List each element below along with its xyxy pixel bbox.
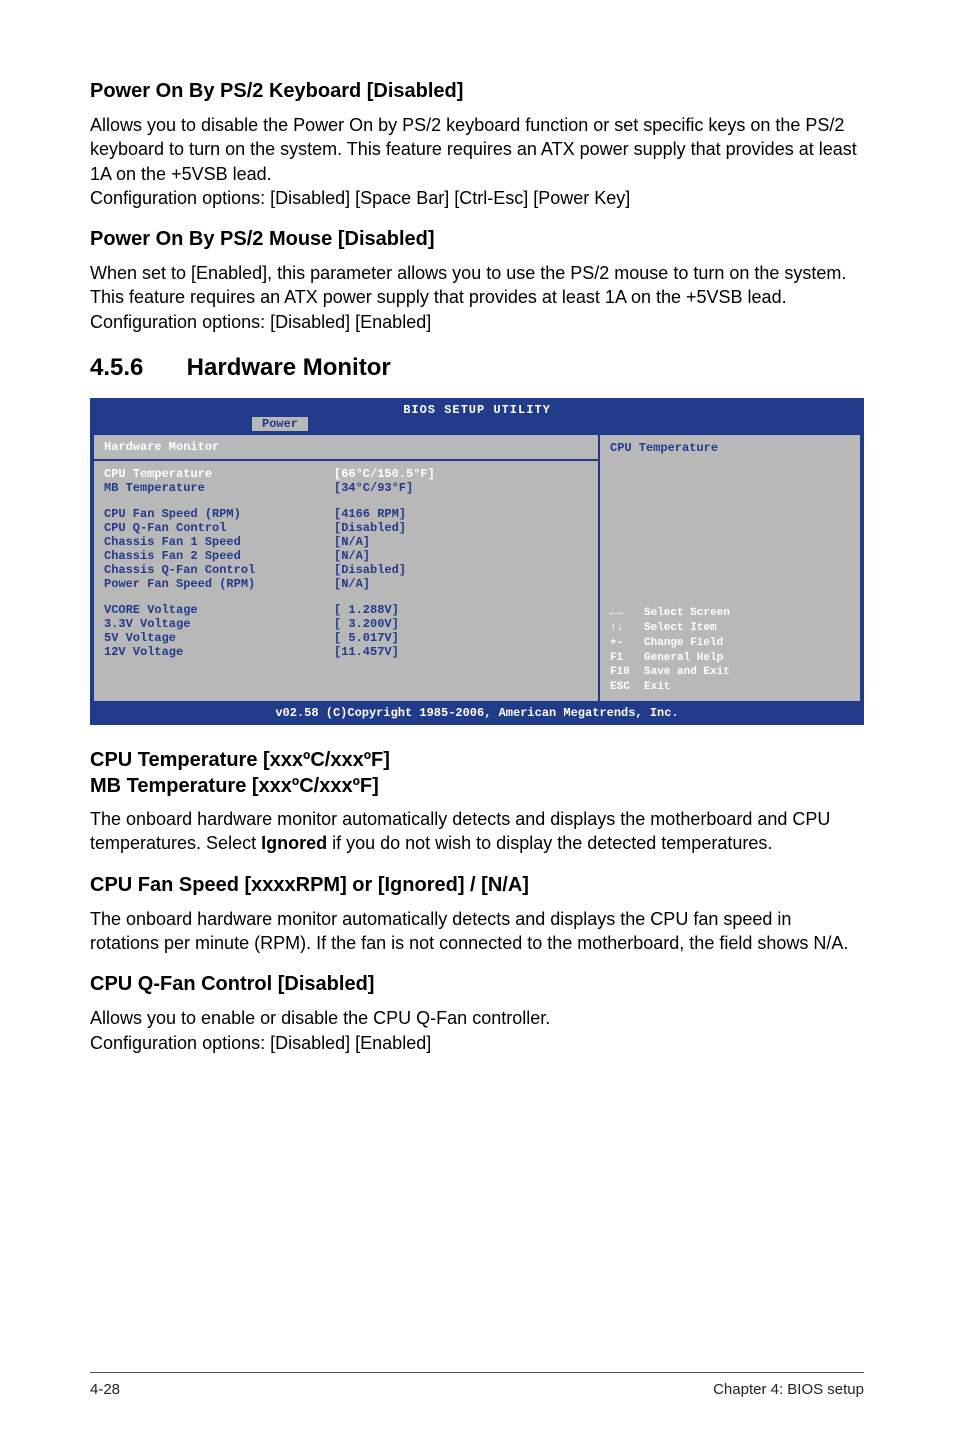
bios-setting-row[interactable]: MB Temperature[34°C/93°F]	[104, 481, 588, 495]
section-number: 4.5.6	[90, 354, 180, 382]
bios-setting-label: CPU Temperature	[104, 467, 334, 481]
bios-nav-desc: Select Screen	[644, 607, 730, 619]
bios-nav-block: ←→Select Screen↑↓Select Item+-Change Fie…	[610, 606, 850, 695]
bios-setting-value: [11.457V]	[334, 645, 399, 659]
bios-left-panel: Hardware Monitor CPU Temperature[66°C/15…	[92, 433, 600, 703]
bios-title: BIOS SETUP UTILITY	[92, 400, 862, 417]
bios-setting-label: Chassis Q-Fan Control	[104, 563, 334, 577]
bios-nav-key: F1	[610, 651, 644, 666]
bios-setting-row[interactable]: CPU Temperature[66°C/150.5°F]	[104, 467, 588, 481]
bios-setting-label: Chassis Fan 1 Speed	[104, 535, 334, 549]
bios-setting-row[interactable]: Chassis Q-Fan Control[Disabled]	[104, 563, 588, 577]
bios-footer: v02.58 (C)Copyright 1985-2006, American …	[92, 703, 862, 723]
heading-ps2-keyboard: Power On By PS/2 Keyboard [Disabled]	[90, 80, 864, 103]
bios-nav-item: +-Change Field	[610, 636, 850, 651]
bios-settings-list: CPU Temperature[66°C/150.5°F]MB Temperat…	[94, 461, 598, 701]
bios-setting-row[interactable]: 5V Voltage[ 5.017V]	[104, 631, 588, 645]
bios-nav-item: ←→Select Screen	[610, 606, 850, 621]
bios-setting-row[interactable]: Chassis Fan 1 Speed[N/A]	[104, 535, 588, 549]
bios-setting-value: [ 3.200V]	[334, 617, 399, 631]
section-title: Hardware Monitor	[187, 354, 391, 381]
bios-nav-desc: General Help	[644, 652, 723, 664]
bios-nav-key: ←→	[610, 606, 644, 621]
bios-setting-value: [N/A]	[334, 535, 370, 549]
bios-panel: BIOS SETUP UTILITY Power Hardware Monito…	[90, 398, 864, 725]
text: if you do not wish to display the detect…	[327, 833, 772, 853]
bios-setting-row[interactable]: CPU Fan Speed (RPM)[4166 RPM]	[104, 507, 588, 521]
bios-setting-label: CPU Q-Fan Control	[104, 521, 334, 535]
bios-setting-label: 12V Voltage	[104, 645, 334, 659]
bios-setting-value: [Disabled]	[334, 563, 406, 577]
bios-setting-label: MB Temperature	[104, 481, 334, 495]
bios-setting-value: [34°C/93°F]	[334, 481, 413, 495]
heading-qfan: CPU Q-Fan Control [Disabled]	[90, 973, 864, 996]
heading-fan-speed: CPU Fan Speed [xxxxRPM] or [Ignored] / […	[90, 874, 864, 897]
bios-nav-item: ESCExit	[610, 680, 850, 695]
bios-nav-key: ↑↓	[610, 621, 644, 636]
bios-setting-label: 3.3V Voltage	[104, 617, 334, 631]
bios-right-panel: CPU Temperature ←→Select Screen↑↓Select …	[600, 433, 862, 703]
bios-setting-row[interactable]: VCORE Voltage[ 1.288V]	[104, 603, 588, 617]
bios-setting-row[interactable]: 3.3V Voltage[ 3.200V]	[104, 617, 588, 631]
bios-panel-title: Hardware Monitor	[94, 435, 598, 461]
bios-setting-value: [ 5.017V]	[334, 631, 399, 645]
bios-setting-row[interactable]: Power Fan Speed (RPM)[N/A]	[104, 577, 588, 591]
bios-body: Hardware Monitor CPU Temperature[66°C/15…	[92, 433, 862, 703]
bios-setting-value: [4166 RPM]	[334, 507, 406, 521]
bios-tab-power[interactable]: Power	[252, 417, 308, 431]
chapter-label: Chapter 4: BIOS setup	[713, 1381, 864, 1398]
bios-tabs: Power	[92, 417, 862, 433]
paragraph-ps2-keyboard: Allows you to disable the Power On by PS…	[90, 113, 864, 210]
bios-nav-desc: Save and Exit	[644, 666, 730, 678]
bios-setting-value: [ 1.288V]	[334, 603, 399, 617]
paragraph-ps2-mouse: When set to [Enabled], this parameter al…	[90, 261, 864, 334]
bios-setting-value: [Disabled]	[334, 521, 406, 535]
heading-temperature: CPU Temperature [xxxºC/xxxºF] MB Tempera…	[90, 747, 864, 799]
section-heading: 4.5.6 Hardware Monitor	[90, 354, 864, 382]
bios-setting-label: VCORE Voltage	[104, 603, 334, 617]
bios-nav-item: ↑↓Select Item	[610, 621, 850, 636]
bios-nav-desc: Change Field	[644, 637, 723, 649]
page: Power On By PS/2 Keyboard [Disabled] All…	[0, 0, 954, 1438]
bios-setting-label: Power Fan Speed (RPM)	[104, 577, 334, 591]
heading-mb-temp: MB Temperature [xxxºC/xxxºF]	[90, 773, 864, 799]
bios-nav-desc: Exit	[644, 681, 670, 693]
page-footer: 4-28 Chapter 4: BIOS setup	[90, 1372, 864, 1398]
paragraph-temperature: The onboard hardware monitor automatical…	[90, 807, 864, 856]
page-number: 4-28	[90, 1381, 120, 1398]
bios-nav-key: ESC	[610, 680, 644, 695]
bios-help-text: CPU Temperature	[610, 441, 850, 455]
bios-nav-item: F1General Help	[610, 651, 850, 666]
bios-nav-item: F10Save and Exit	[610, 665, 850, 680]
bios-nav-key: +-	[610, 636, 644, 651]
bios-setting-label: CPU Fan Speed (RPM)	[104, 507, 334, 521]
bios-setting-label: Chassis Fan 2 Speed	[104, 549, 334, 563]
bios-setting-row[interactable]: Chassis Fan 2 Speed[N/A]	[104, 549, 588, 563]
text-bold: Ignored	[261, 833, 327, 853]
bios-setting-row[interactable]: 12V Voltage[11.457V]	[104, 645, 588, 659]
bios-setting-value: [66°C/150.5°F]	[334, 467, 435, 481]
paragraph-fan-speed: The onboard hardware monitor automatical…	[90, 907, 864, 956]
heading-ps2-mouse: Power On By PS/2 Mouse [Disabled]	[90, 228, 864, 251]
bios-nav-key: F10	[610, 665, 644, 680]
bios-setting-value: [N/A]	[334, 577, 370, 591]
bios-setting-row[interactable]: CPU Q-Fan Control[Disabled]	[104, 521, 588, 535]
paragraph-qfan: Allows you to enable or disable the CPU …	[90, 1006, 864, 1055]
bios-nav-desc: Select Item	[644, 622, 717, 634]
bios-setting-label: 5V Voltage	[104, 631, 334, 645]
bios-setting-value: [N/A]	[334, 549, 370, 563]
heading-cpu-temp: CPU Temperature [xxxºC/xxxºF]	[90, 747, 864, 773]
